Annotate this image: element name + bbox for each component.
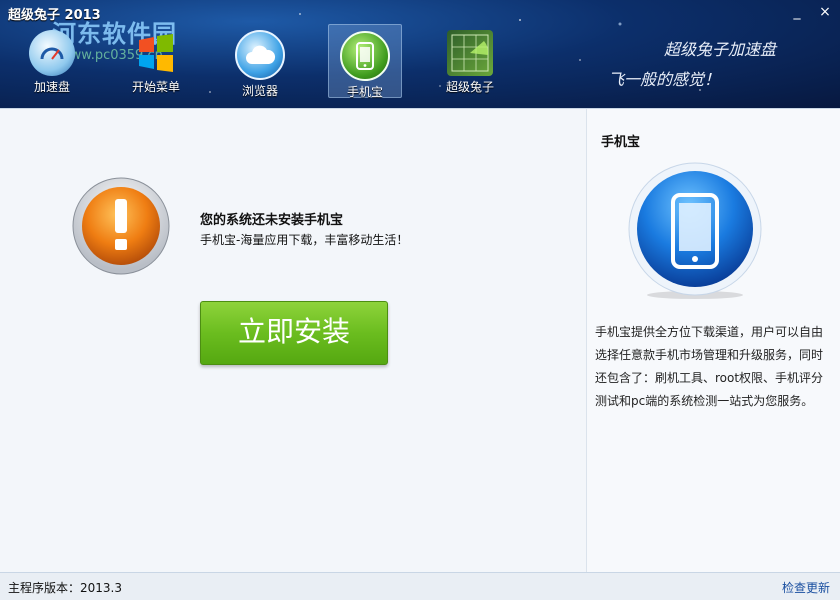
nav-item-super-rabbit[interactable]: 超级兔子 [418,24,522,98]
radar-icon [447,30,493,76]
content-area: 您的系统还未安装手机宝 手机宝-海量应用下载，丰富移动生活！ 立即安装 手机宝 [0,108,840,573]
cloud-icon [235,30,285,80]
nav-item-accelerate[interactable]: 加速盘 [0,24,104,98]
side-panel: 手机宝 手机宝提供全方位下载渠道，用户可以自由选择任意款手机市场管理和升级服务，… [586,109,840,573]
nav-item-phone[interactable]: 手机宝 [328,24,402,99]
install-now-button[interactable]: 立即安装 [200,301,388,365]
side-panel-title: 手机宝 [601,135,641,150]
check-update-link[interactable]: 检查更新 [782,579,830,596]
header-banner: 超级兔子 2013 河东软件园 www.pc0359.cn _ × 加速盘 开始… [0,0,840,108]
slogan-line-2: 飞一般的感觉！ [607,70,720,89]
phone-icon [340,31,390,81]
windows-logo-icon [133,30,179,76]
nav-label: 开始菜单 [131,80,180,94]
close-button[interactable]: × [818,4,832,20]
window-controls: _ × [790,4,832,20]
nav-label: 超级兔子 [445,80,494,94]
top-nav: 加速盘 开始菜单 浏览器 手机宝 超级兔子 [0,24,522,99]
nav-label: 浏览器 [241,84,278,98]
nav-item-start-menu[interactable]: 开始菜单 [104,24,208,98]
side-panel-description: 手机宝提供全方位下载渠道，用户可以自由选择任意款手机市场管理和升级服务，同时还包… [595,325,824,408]
gauge-icon [29,30,75,76]
install-prompt-subtitle: 手机宝-海量应用下载，丰富移动生活！ [200,233,409,247]
phone-icon [628,162,762,299]
slogan-line-1: 超级兔子加速盘 [663,40,776,59]
version-label: 主程序版本：2013.3 [8,581,122,595]
minimize-button[interactable]: _ [790,4,804,20]
app-window: 超级兔子 2013 河东软件园 www.pc0359.cn _ × 加速盘 开始… [0,0,840,600]
nav-label: 加速盘 [33,80,70,94]
status-bar: 主程序版本：2013.3 检查更新 [0,572,840,600]
nav-label: 手机宝 [346,85,383,99]
install-prompt-title: 您的系统还未安装手机宝 [200,213,344,228]
main-panel: 您的系统还未安装手机宝 手机宝-海量应用下载，丰富移动生活！ 立即安装 [0,109,586,573]
nav-item-browser[interactable]: 浏览器 [208,24,312,98]
exclamation-icon [72,177,170,275]
